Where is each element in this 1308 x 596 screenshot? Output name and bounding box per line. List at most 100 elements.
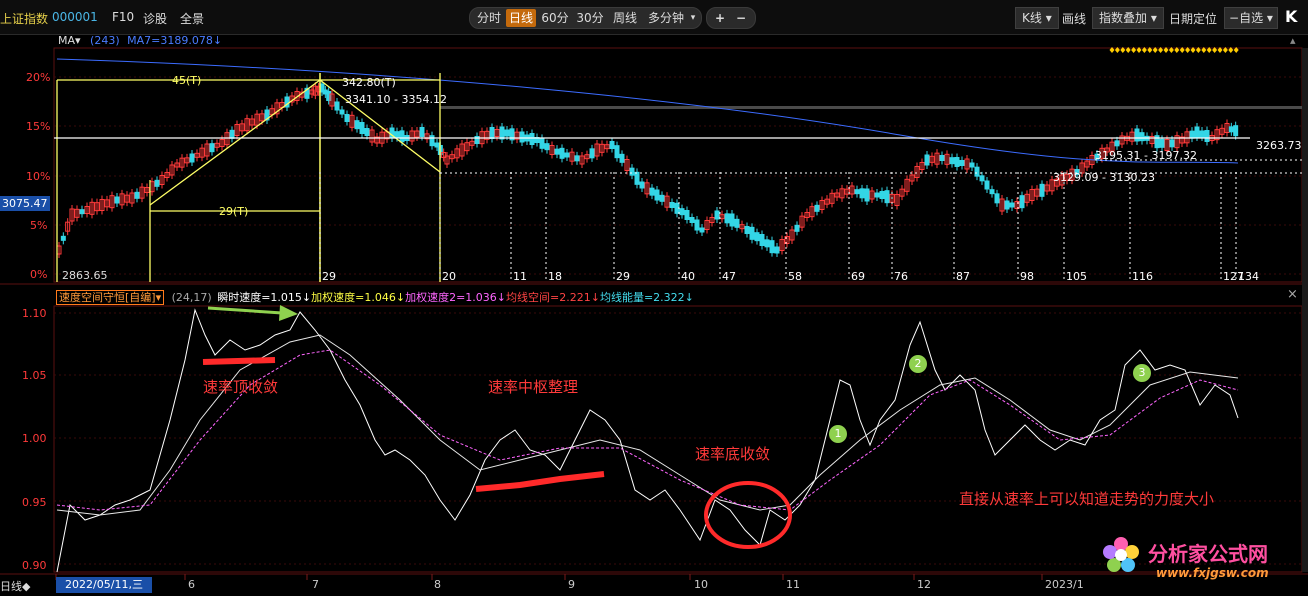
instant-speed-line: [56, 308, 1239, 573]
candle-body: [1159, 138, 1165, 148]
note-top-converge: 速率顶收敛: [203, 378, 279, 396]
chevron-down-icon[interactable]: ▾: [688, 9, 698, 27]
period-day[interactable]: 日线: [506, 9, 536, 27]
diagnose-button[interactable]: 诊股: [143, 10, 167, 27]
candle-body: [394, 131, 400, 139]
kline-chart-area[interactable]: [0, 34, 1308, 596]
k-icon[interactable]: K: [1285, 7, 1297, 26]
count-mark: 105: [1066, 270, 1087, 283]
candle-body: [724, 213, 730, 224]
candle-body: [354, 120, 360, 130]
candle-body: [1194, 126, 1200, 138]
arrow-shaft: [207, 306, 283, 315]
note-middle-pivot: 速率中枢整理: [488, 378, 579, 396]
f10-button[interactable]: F10: [112, 10, 134, 24]
price-panel-frame: [53, 47, 1303, 283]
candle-body: [499, 126, 505, 140]
axis-tick-10: 10%: [26, 170, 51, 183]
count-mark: 11: [513, 270, 527, 283]
candle-body: [114, 196, 120, 204]
period-60min[interactable]: 60分: [540, 9, 570, 27]
ind-tick-090: 0.90: [22, 559, 47, 572]
candle-body: [154, 179, 160, 187]
candle-body: [1019, 195, 1025, 209]
marker-2: 2: [909, 355, 927, 373]
flower-logo-icon: [1101, 535, 1141, 575]
watermark-url: www.fxjgsw.com: [1156, 566, 1269, 580]
span-29-label: 29(T): [219, 205, 249, 218]
candle-body: [694, 219, 700, 231]
candle-body: [629, 167, 635, 176]
overlay-index-select[interactable]: 指数叠加 ▾: [1092, 7, 1164, 29]
candle-body: [359, 122, 365, 134]
candle-body: [939, 155, 945, 161]
candle-body: [674, 202, 680, 214]
note-bottom-converge: 速率底收敛: [695, 445, 771, 463]
candle-body: [334, 101, 340, 111]
candle-body: [619, 153, 625, 163]
candle-body: [589, 148, 595, 159]
weighted-speed-2: 加权速度2=1.036↓: [405, 291, 507, 304]
close-icon[interactable]: ×: [1287, 287, 1298, 302]
collapse-icon[interactable]: ▴: [1290, 34, 1296, 47]
ind-tick-100: 1.00: [22, 432, 47, 445]
candle-body: [1039, 183, 1045, 197]
index-name[interactable]: 上证指数: [0, 10, 48, 27]
count-mark: 76: [894, 270, 908, 283]
highlight-middle-pivot: [475, 471, 605, 492]
period-label: 日线◆: [0, 580, 31, 593]
ma-count: (243): [90, 34, 120, 47]
date-tick-6: 6: [188, 578, 195, 591]
ma7-value: MA7=3189.078↓: [127, 34, 223, 47]
candle-body: [984, 180, 990, 190]
span-45-label: 45(T): [172, 74, 202, 87]
candle-body: [639, 181, 645, 189]
candle-body: [959, 160, 965, 166]
period-week[interactable]: 周线: [610, 9, 640, 27]
period-multi-minute[interactable]: 多分钟: [644, 9, 688, 27]
period-minute[interactable]: 分时: [474, 9, 504, 27]
candle-body: [229, 129, 235, 139]
date-tick-10: 10: [694, 578, 708, 591]
candle-body: [539, 137, 545, 149]
candle-body: [1204, 130, 1210, 142]
count-mark: 116: [1132, 270, 1153, 283]
index-code[interactable]: 000001: [52, 10, 98, 24]
period-30min[interactable]: 30分: [575, 9, 605, 27]
weighted-speed-2-line: [56, 349, 1239, 511]
candle-body: [994, 193, 1000, 204]
ma-energy: 均线能量=2.322↓: [599, 291, 694, 304]
candle-body: [1114, 140, 1120, 147]
kline-type-select[interactable]: K线 ▾: [1015, 7, 1059, 29]
top-range-label: 3341.10 - 3354.12: [345, 93, 447, 106]
candle-body: [134, 191, 140, 199]
candle-body: [754, 232, 760, 242]
candle-body: [564, 152, 570, 158]
ma-header: MA▾ (243) MA7=3189.078↓: [58, 34, 222, 47]
candle-body: [529, 133, 535, 145]
draw-line-button[interactable]: 画线: [1062, 10, 1086, 27]
zoom-in-button[interactable]: +: [712, 9, 728, 27]
arrow-head: [279, 305, 298, 321]
fullscreen-button[interactable]: 全景: [180, 10, 204, 27]
zoom-out-button[interactable]: −: [733, 9, 749, 27]
candle-body: [874, 192, 880, 198]
ind-tick-105: 1.05: [22, 369, 47, 382]
indicator-name-select[interactable]: 速度空间守恒[自编]▾: [56, 290, 165, 305]
count-mark: 134: [1238, 270, 1259, 283]
ind-tick-110: 1.10: [22, 307, 47, 320]
marker-3: 3: [1133, 364, 1151, 382]
axis-tick-20: 20%: [26, 71, 51, 84]
candle-body: [1134, 128, 1140, 142]
note-conclusion: 直接从速率上可以知道走势的力度大小: [959, 490, 1215, 508]
top-toolbar: 上证指数 000001 F10 诊股 全景 分时 日线 60分 30分 周线 多…: [0, 0, 1308, 35]
resistance-band: [440, 106, 1302, 109]
candle-body: [344, 114, 350, 122]
marker-1: 1: [829, 425, 847, 443]
candle-body: [864, 188, 870, 202]
candle-body: [669, 202, 675, 208]
ma-selector[interactable]: MA▾: [58, 34, 81, 47]
date-locate-button[interactable]: 日期定位: [1169, 10, 1217, 27]
candle-body: [854, 189, 860, 195]
watchlist-select[interactable]: −自选 ▾: [1224, 7, 1278, 29]
